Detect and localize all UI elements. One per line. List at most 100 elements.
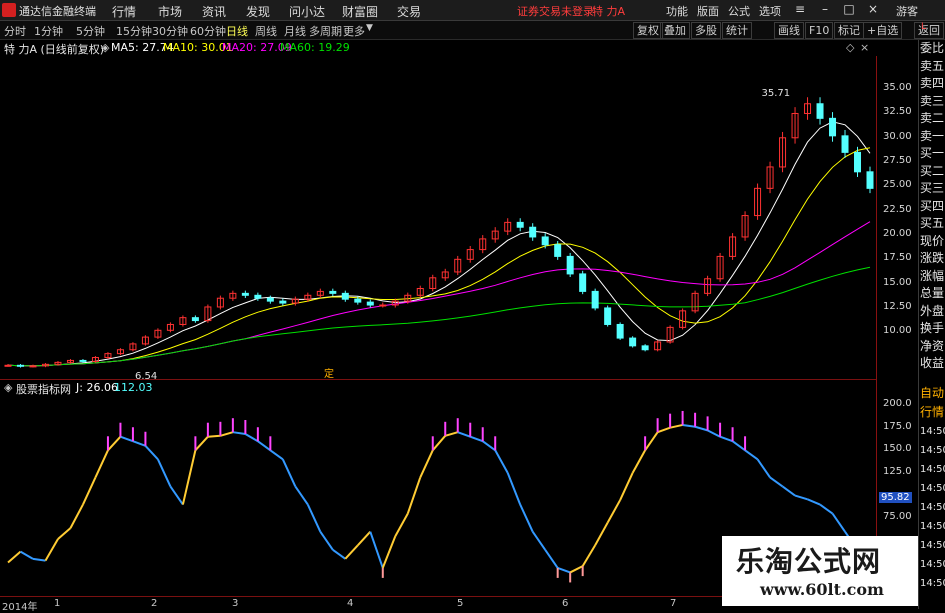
candle-body xyxy=(854,151,862,173)
indicator-j-value: J: 26.06 xyxy=(76,381,118,394)
price-tick: 20.00 xyxy=(883,228,912,239)
candle-body xyxy=(191,317,199,322)
indicator-line xyxy=(381,535,397,569)
tool-back[interactable]: 返回 xyxy=(914,22,944,39)
indicator-line xyxy=(494,449,509,474)
indicator-line xyxy=(332,548,346,560)
side-item[interactable]: 委比 xyxy=(920,40,945,57)
indicator-tick: 200.0 xyxy=(883,398,912,410)
indicator-line xyxy=(257,440,271,452)
indicator-tick: 150.0 xyxy=(883,443,912,455)
candle-body xyxy=(254,294,262,299)
candle-body xyxy=(579,273,587,292)
side-item[interactable]: 涨跌 xyxy=(920,250,945,267)
indicator-line xyxy=(544,549,559,569)
indicator-line xyxy=(457,431,471,438)
side-item-2[interactable]: 14:50 xyxy=(920,556,945,573)
indicator-line xyxy=(207,434,221,438)
indicator-line xyxy=(682,423,696,428)
indicator-line xyxy=(344,544,359,560)
candle-body xyxy=(79,359,87,362)
candle-body xyxy=(541,236,549,246)
side-item-2[interactable]: 14:50 xyxy=(920,423,945,440)
side-item-2[interactable]: 14:50 xyxy=(920,442,945,459)
panel-collapse-icon[interactable]: L xyxy=(921,22,926,32)
side-item[interactable]: 卖二 xyxy=(920,110,945,127)
price-tick: 25.00 xyxy=(883,179,912,191)
side-item-2[interactable]: 14:50 xyxy=(920,518,945,535)
side-item[interactable]: 换手 xyxy=(920,320,945,337)
indicator-line xyxy=(619,472,634,501)
candle-body xyxy=(629,337,637,347)
side-item-2[interactable]: 自动 xyxy=(920,385,945,402)
indicator-value-2: 112.03 xyxy=(114,381,153,394)
indicator-line xyxy=(444,431,459,437)
side-item[interactable]: 买一 xyxy=(920,145,945,162)
indicator-line xyxy=(569,565,584,574)
price-axis: 35.00 32.50 30.00 27.50 25.00 22.50 20.00 17.50… xyxy=(876,56,919,596)
candle-body xyxy=(354,298,362,303)
indicator-tick: 125.0 xyxy=(883,465,912,477)
side-item[interactable]: 买四 xyxy=(920,198,945,215)
indicator-line xyxy=(594,522,609,546)
indicator-name: 股票指标网 xyxy=(16,383,71,396)
indicator-line xyxy=(169,485,184,506)
indicator-line xyxy=(194,436,209,451)
indicator-line xyxy=(281,458,297,487)
indicator-line xyxy=(719,435,733,443)
side-item[interactable]: 卖五 xyxy=(920,58,945,75)
indicator-gear-icon[interactable]: ◈ xyxy=(4,381,12,394)
candle-body xyxy=(591,290,599,309)
candle-body xyxy=(554,244,562,257)
side-item[interactable]: 现价 xyxy=(920,233,945,250)
candle-body xyxy=(4,364,12,367)
side-item[interactable]: 收益 xyxy=(920,355,945,372)
side-item[interactable]: 卖一 xyxy=(920,128,945,145)
candle-body xyxy=(16,364,24,367)
candle-body xyxy=(329,290,337,294)
side-item-2[interactable]: 14:50 xyxy=(920,499,945,516)
price-tick: 30.00 xyxy=(883,130,912,142)
side-item[interactable]: 外盘 xyxy=(920,303,945,320)
date-label: 7 xyxy=(670,598,677,609)
indicator-line xyxy=(519,504,534,533)
indicator-line xyxy=(506,472,522,505)
side-item[interactable]: 总量 xyxy=(920,285,945,302)
ma10-line xyxy=(7,147,871,367)
side-item[interactable]: 买二 xyxy=(920,163,945,180)
side-item[interactable]: 买三 xyxy=(920,180,945,197)
candle-body xyxy=(266,297,274,302)
ma5-line xyxy=(7,121,871,367)
indicator-tick: 75.00 xyxy=(883,511,912,523)
indicator-line xyxy=(769,476,784,488)
side-item[interactable]: 涨幅 xyxy=(920,268,945,285)
watermark-url: www.60lt.com xyxy=(760,580,884,599)
side-item-2[interactable]: 14:50 xyxy=(920,537,945,554)
side-item-2[interactable]: 14:50 xyxy=(920,461,945,478)
candle-body xyxy=(616,323,624,339)
indicator-line xyxy=(469,435,484,443)
indicator-line xyxy=(32,557,46,562)
date-label: 5 xyxy=(457,598,464,609)
candle-body xyxy=(829,117,837,137)
side-item-2[interactable]: 行情 xyxy=(920,404,945,421)
indicator-line xyxy=(107,436,122,451)
side-item-2[interactable]: 14:50 xyxy=(920,575,945,592)
indicator-line xyxy=(144,445,159,461)
side-item[interactable]: 卖三 xyxy=(920,93,945,110)
side-item-2[interactable]: 14:50 xyxy=(920,480,945,497)
user-label[interactable]: 游客 xyxy=(896,3,918,19)
indicator-line xyxy=(394,513,409,537)
indicator-line xyxy=(306,504,322,533)
side-item[interactable]: 买五 xyxy=(920,215,945,232)
candle-body xyxy=(816,103,824,119)
indicator-line xyxy=(557,566,571,574)
indicator-line xyxy=(731,440,746,452)
indicator-line xyxy=(369,531,384,569)
indicator-line xyxy=(244,433,259,443)
ma20-line xyxy=(7,221,871,367)
indicator-line xyxy=(756,458,771,478)
side-item[interactable]: 净资 xyxy=(920,338,945,355)
side-item[interactable]: 卖四 xyxy=(920,75,945,92)
indicator-line xyxy=(82,477,97,505)
